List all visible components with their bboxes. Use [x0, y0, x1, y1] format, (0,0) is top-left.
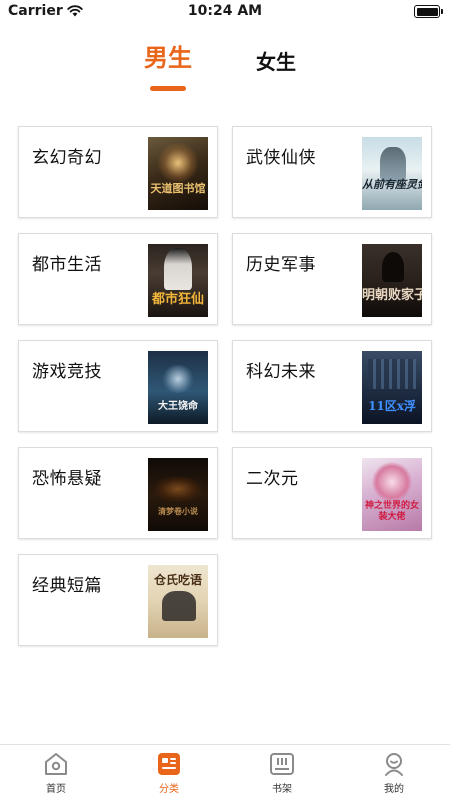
category-label: 玄幻奇幻 [32, 148, 102, 168]
cover-title: 11区x浮 [368, 399, 416, 413]
tab-male[interactable]: 男生 [140, 40, 196, 91]
category-label: 历史军事 [246, 255, 316, 275]
cover-title: 大王饶命 [158, 401, 198, 412]
tab-home-label: 首页 [46, 784, 66, 795]
tab-home[interactable]: 首页 [26, 751, 86, 795]
tab-female[interactable]: 女生 [254, 48, 298, 76]
book-cover: 清梦卷小说 [148, 458, 208, 531]
category-label: 武侠仙侠 [246, 148, 316, 168]
book-cover: 大王饶命 [148, 351, 208, 424]
cover-art [372, 462, 412, 502]
tab-profile[interactable]: 我的 [364, 751, 424, 795]
cover-art [368, 359, 416, 389]
category-label: 都市生活 [32, 255, 102, 275]
book-cover: 明朝败家子 [362, 244, 422, 317]
tab-profile-label: 我的 [384, 784, 404, 795]
book-cover: 神之世界的女装大佬 [362, 458, 422, 531]
category-card-kehuan[interactable]: 科幻未来 11区x浮 [232, 340, 432, 432]
category-label: 恐怖悬疑 [32, 469, 102, 489]
category-card-xuanhuan[interactable]: 玄幻奇幻 天道图书馆 [18, 126, 218, 218]
tab-bookshelf-label: 书架 [272, 784, 292, 795]
category-card-dushi[interactable]: 都市生活 都市狂仙 [18, 233, 218, 325]
category-card-lishi[interactable]: 历史军事 明朝败家子 [232, 233, 432, 325]
cover-title: 都市狂仙 [151, 292, 204, 307]
tab-male-label: 男生 [144, 44, 192, 72]
category-card-wuxia[interactable]: 武侠仙侠 从前有座灵剑山 [232, 126, 432, 218]
cover-art [154, 476, 202, 502]
book-cover: 从前有座灵剑山 [362, 137, 422, 210]
category-icon [158, 753, 180, 775]
category-label: 游戏竞技 [32, 362, 102, 382]
cover-title: 从前有座灵剑山 [362, 178, 422, 191]
book-cover: 仓氏吃语 [148, 565, 208, 638]
category-card-youxi[interactable]: 游戏竞技 大王饶命 [18, 340, 218, 432]
category-label: 经典短篇 [32, 576, 102, 596]
category-card-kongbu[interactable]: 恐怖悬疑 清梦卷小说 [18, 447, 218, 539]
active-tab-indicator [150, 86, 186, 91]
tab-female-label: 女生 [256, 50, 296, 74]
book-cover: 11区x浮 [362, 351, 422, 424]
bottom-tab-bar: 首页 分类 书架 我的 [0, 744, 450, 800]
tab-category[interactable]: 分类 [139, 751, 199, 795]
cover-title: 清梦卷小说 [158, 506, 198, 516]
book-cover: 天道图书馆 [148, 137, 208, 210]
category-card-jingdian[interactable]: 经典短篇 仓氏吃语 [18, 554, 218, 646]
battery-fill [416, 7, 438, 16]
cover-art [382, 252, 404, 282]
category-card-erciyuan[interactable]: 二次元 神之世界的女装大佬 [232, 447, 432, 539]
category-label: 二次元 [246, 469, 299, 489]
status-time: 10:24 AM [187, 3, 263, 19]
cover-art [162, 365, 194, 393]
cover-title: 天道图书馆 [150, 182, 206, 195]
tab-category-label: 分类 [159, 784, 179, 795]
book-cover: 都市狂仙 [148, 244, 208, 317]
cover-art [156, 143, 200, 183]
cover-art [162, 591, 196, 621]
cover-art [164, 248, 192, 290]
battery-icon [414, 5, 443, 18]
category-label: 科幻未来 [246, 362, 316, 382]
profile-icon [385, 753, 403, 776]
cover-title: 明朝败家子 [362, 288, 422, 303]
gender-tabs: 男生 女生 [0, 40, 450, 100]
tab-bookshelf[interactable]: 书架 [252, 751, 312, 795]
bookshelf-icon [270, 753, 294, 775]
home-icon [45, 753, 67, 775]
cover-title: 神之世界的女装大佬 [364, 501, 419, 522]
status-bar: Carrier 10:24 AM [0, 0, 450, 24]
cover-title: 仓氏吃语 [153, 573, 202, 587]
